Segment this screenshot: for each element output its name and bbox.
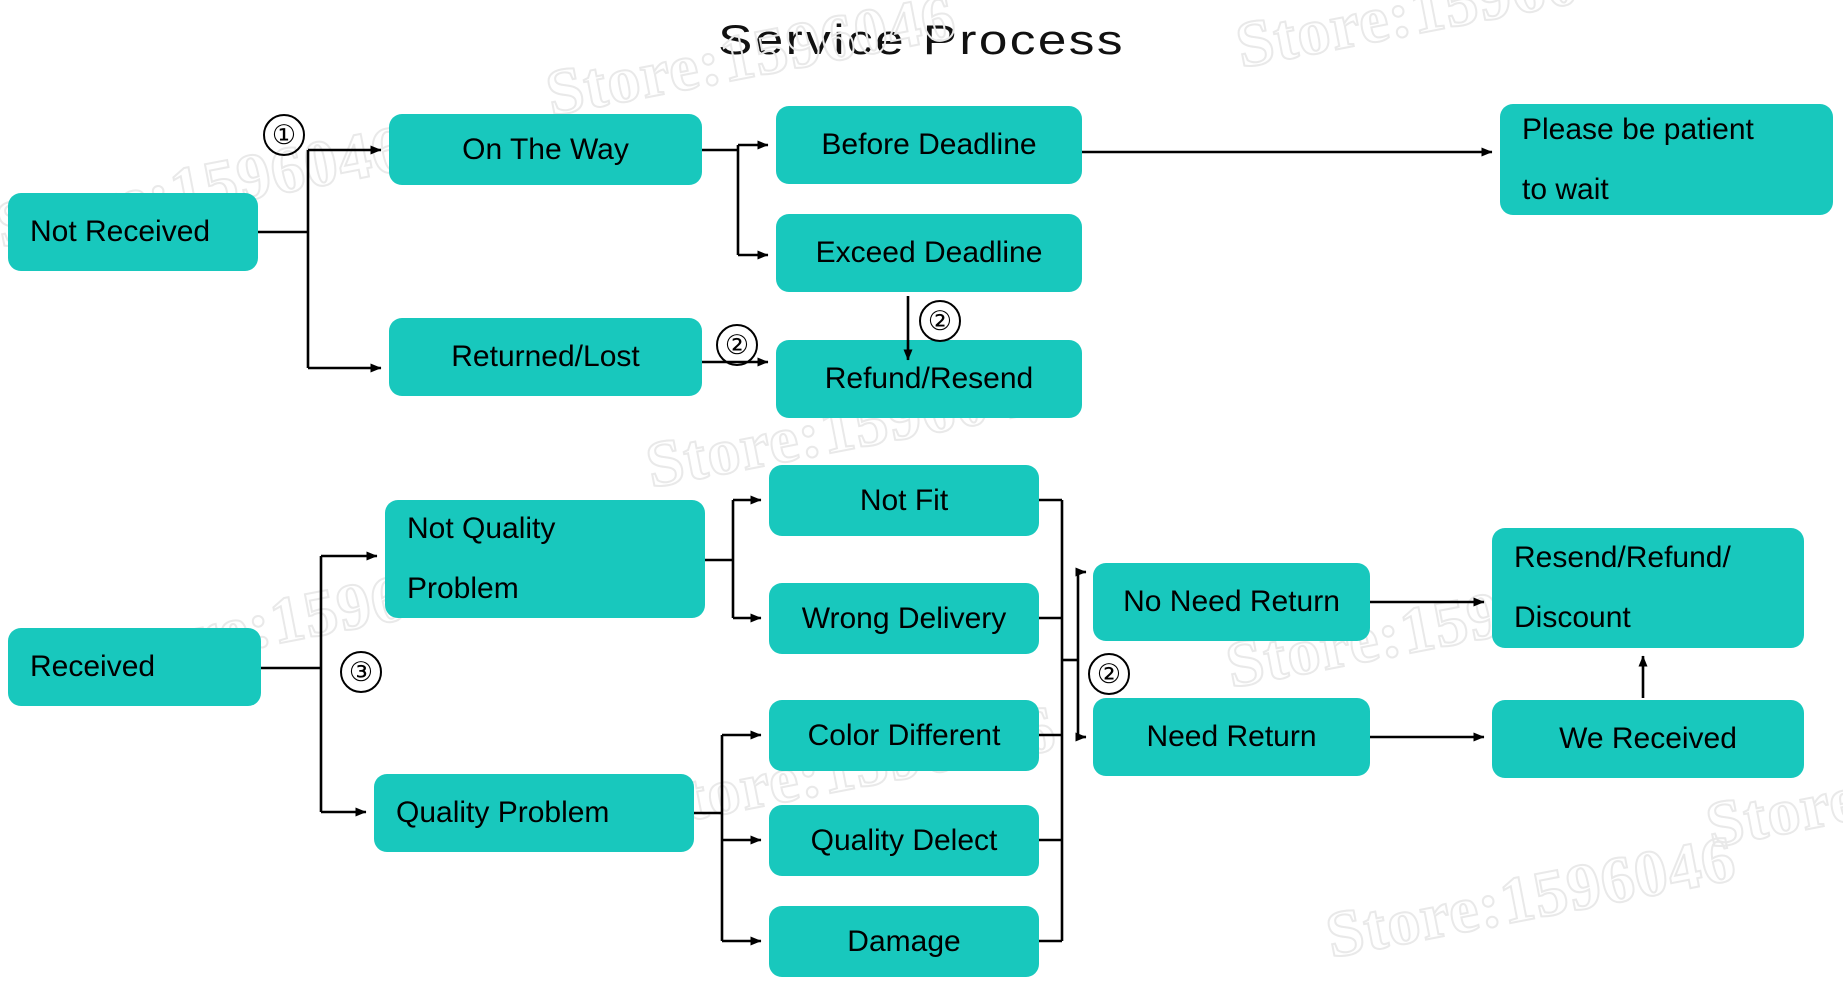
node-label: Color Different (807, 718, 1001, 752)
node-label: Refund/Resend (824, 362, 1034, 395)
node-label: On The Way (462, 132, 629, 166)
node-label: to wait (1522, 172, 1609, 206)
node-label: Not Received (30, 215, 211, 248)
node-label: Resend/Refund/ (1514, 541, 1731, 574)
flowchart-canvas: Store:1596046 Store:1596046 Store:1596046 S… (0, 0, 1843, 1000)
node-quality-problem: Quality Problem (374, 774, 694, 852)
node-label: Exceed Deadline (815, 236, 1043, 269)
node-need-return: Need Return (1093, 698, 1370, 776)
node-color-different: Color Different (769, 700, 1039, 771)
node-label: Please be patient (1522, 112, 1754, 146)
marker-3-received: ③ (340, 651, 382, 693)
node-returned-lost: Returned/Lost (389, 318, 702, 396)
node-label: No Need Return (1123, 585, 1340, 618)
node-label: Before Deadline (821, 128, 1037, 161)
node-on-the-way: On The Way (389, 114, 702, 185)
node-please-be-patient: Please be patient to wait (1500, 104, 1833, 215)
node-not-fit: Not Fit (769, 465, 1039, 536)
node-label: Received (30, 650, 156, 683)
node-label: Not Fit (859, 483, 949, 517)
node-label: Problem (407, 572, 519, 605)
node-quality-delect: Quality Delect (769, 805, 1039, 876)
node-exceed-deadline: Exceed Deadline (776, 214, 1082, 292)
node-before-deadline: Before Deadline (776, 106, 1082, 184)
node-label: Need Return (1146, 720, 1317, 753)
node-received: Received (8, 628, 261, 706)
marker-2-return-split: ② (1088, 653, 1130, 695)
marker-2-exceed-deadline: ② (919, 300, 961, 342)
marker-2-returned-lost: ② (716, 324, 758, 366)
node-label: Wrong Delivery (801, 601, 1007, 635)
node-damage: Damage (769, 906, 1039, 977)
node-resend-refund-discount: Resend/Refund/Discount (1492, 528, 1804, 648)
node-label: Damage (847, 924, 961, 958)
node-no-need-return: No Need Return (1093, 563, 1370, 641)
node-label: We Received (1559, 722, 1737, 755)
node-we-received: We Received (1492, 700, 1804, 778)
node-wrong-delivery: Wrong Delivery (769, 583, 1039, 654)
node-label: Returned/Lost (451, 340, 640, 373)
node-not-received: Not Received (8, 193, 258, 271)
node-label: Discount (1514, 601, 1631, 634)
node-label: Quality Problem (396, 796, 610, 829)
node-label: Quality Delect (810, 823, 998, 857)
marker-1-not-received: ① (263, 114, 305, 156)
node-not-quality-problem: Not Quality Problem (385, 500, 705, 618)
node-refund-resend: Refund/Resend (776, 340, 1082, 418)
node-label: Not Quality (407, 512, 556, 545)
